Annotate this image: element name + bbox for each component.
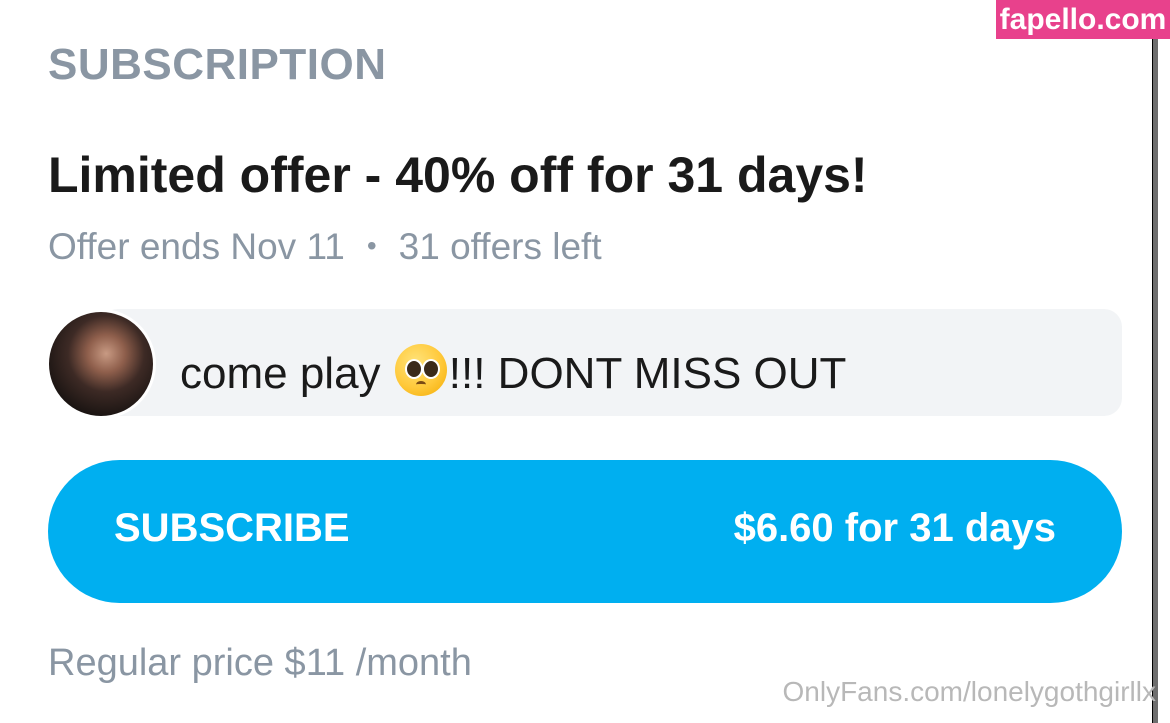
regular-price: Regular price $11 /month [48,642,472,684]
separator-dot: • [366,230,377,261]
offer-meta: Offer ends Nov 11 • 31 offers left [48,226,602,268]
pleading-face-emoji-icon [394,344,447,396]
creator-avatar-image [49,312,153,416]
offers-left-text: 31 offers left [398,226,602,267]
subscribe-button[interactable]: SUBSCRIBE $6.60 for 31 days [48,460,1122,603]
avatar[interactable] [46,309,156,419]
section-title: SUBSCRIPTION [48,40,387,89]
subscribe-button-label: SUBSCRIBE [114,506,350,550]
offer-title: Limited offer - 40% off for 31 days! [48,147,868,203]
subscribe-button-price: $6.60 for 31 days [733,506,1056,550]
onlyfans-url-watermark: OnlyFans.com/lonelygothgirllx [782,676,1157,707]
message-text-part2: !!! DONT MISS OUT [448,349,847,398]
message-text-part1: come play [180,349,393,398]
promo-message-text: come play !!! DONT MISS OUT [180,336,846,399]
offer-ends-text: Offer ends Nov 11 [48,226,345,267]
right-edge-bar [1153,39,1158,723]
fapello-watermark-badge: fapello.com [996,0,1170,39]
